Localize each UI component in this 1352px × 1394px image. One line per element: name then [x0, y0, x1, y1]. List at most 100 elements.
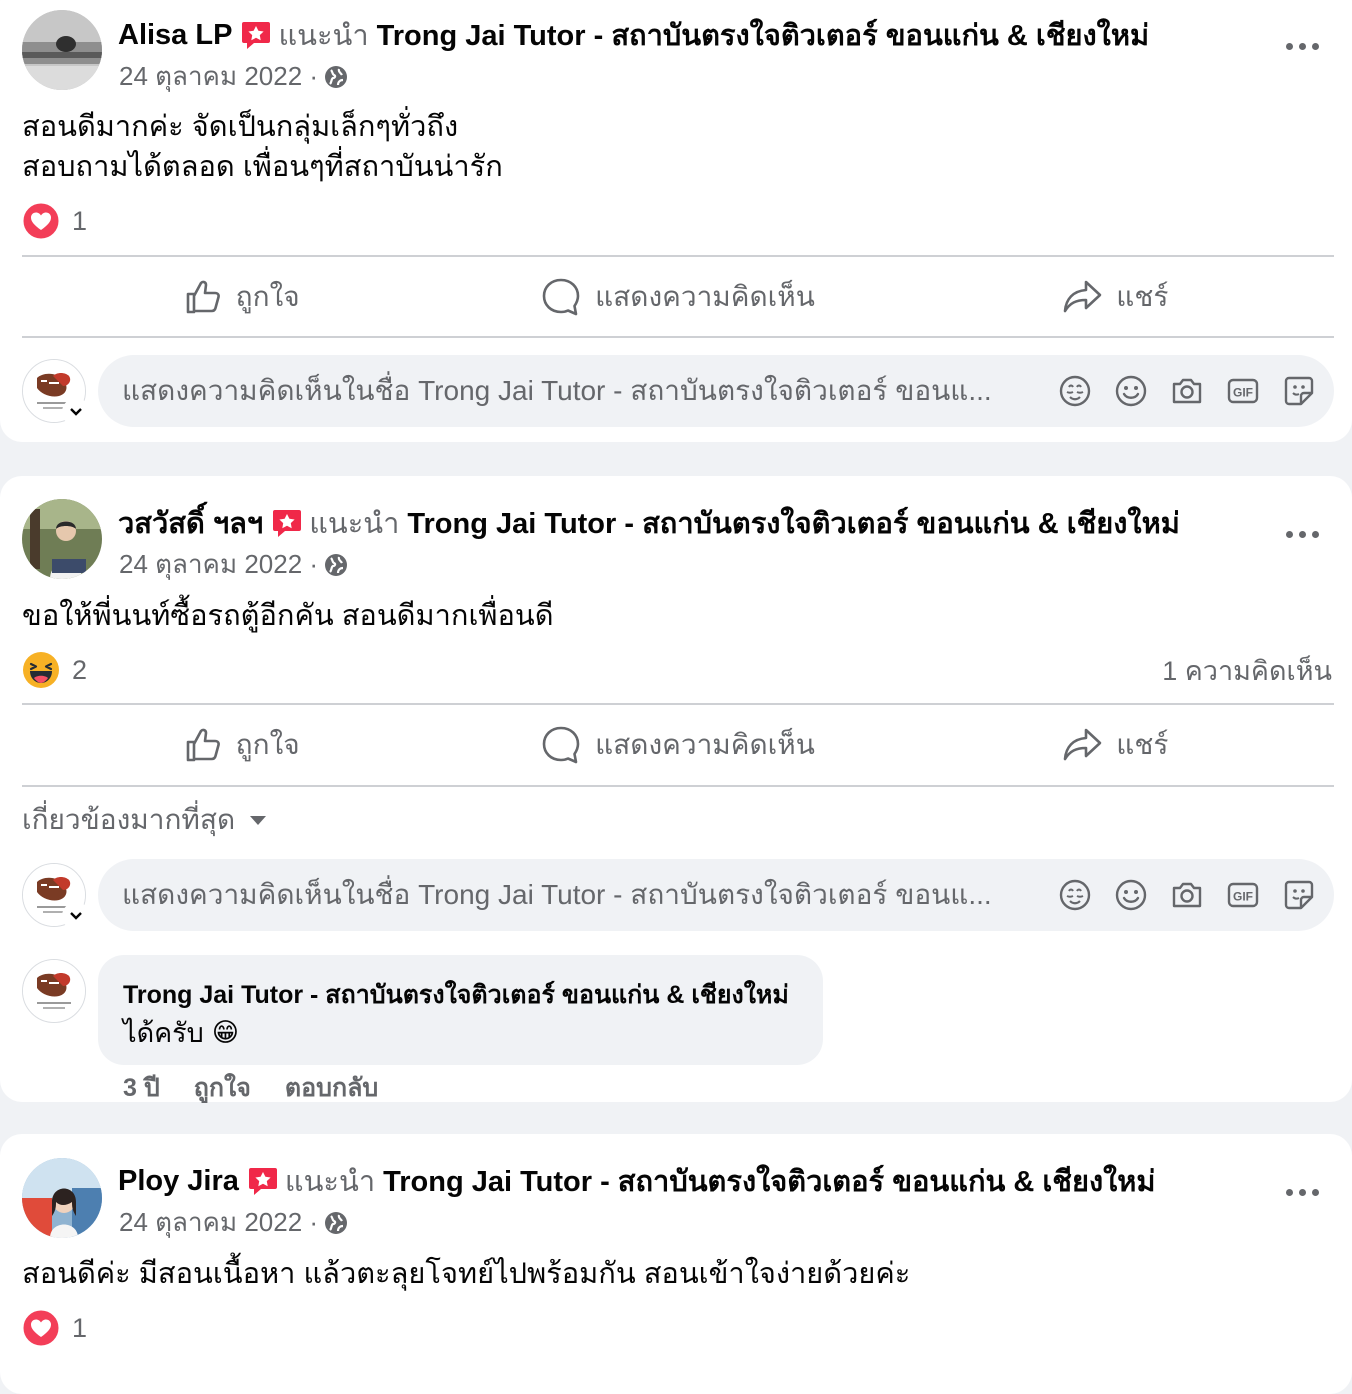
post-date-line: 24 ตุลาคม 2022 ·: [119, 56, 348, 97]
caret-down-icon: [250, 816, 267, 825]
sticker-icon[interactable]: [1282, 374, 1316, 408]
post-header-line: วสวัสดิ์ ฯลฯ แนะนำ Trong Jai Tutor - สถา…: [118, 500, 1180, 546]
globe-icon: [324, 1211, 348, 1235]
recommends-badge-icon: [271, 507, 303, 539]
emoji-icon[interactable]: [1114, 878, 1148, 912]
share-button[interactable]: แชร์: [897, 705, 1334, 785]
comment-input[interactable]: แสดงความคิดเห็นในชื่อ Trong Jai Tutor - …: [98, 355, 1334, 427]
share-icon: [1062, 725, 1102, 765]
post-text: สอนดีค่ะ มีสอนเนื้อหา แล้วตะลุยโจทย์ไปพร…: [22, 1254, 910, 1294]
post-text: ขอให้พี่นนท์ซื้อรถตู้อีกคัน สอนดีมากเพื่…: [22, 596, 554, 636]
globe-icon: [324, 553, 348, 577]
chevron-down-icon: [70, 408, 82, 416]
post-date[interactable]: 24 ตุลาคม 2022 ·: [119, 1202, 318, 1243]
haha-icon: [22, 651, 60, 689]
comment-like-button[interactable]: ถูกใจ: [194, 1068, 251, 1108]
reply-author-avatar[interactable]: [22, 959, 86, 1023]
comment-reply-button[interactable]: ตอบกลับ: [285, 1068, 378, 1108]
like-label: ถูกใจ: [235, 281, 300, 312]
page-name-link[interactable]: Trong Jai Tutor - สถาบันตรงใจติวเตอร์ ขอ…: [383, 1158, 1155, 1204]
comment-button[interactable]: แสดงความคิดเห็น: [459, 705, 896, 785]
share-label: แชร์: [1116, 729, 1169, 760]
comment-tools: [1058, 878, 1316, 912]
post-header-line: Alisa LP แนะนำ Trong Jai Tutor - สถาบันต…: [118, 12, 1149, 58]
share-icon: [1062, 277, 1102, 317]
author-avatar[interactable]: [22, 10, 102, 90]
comment-author[interactable]: Trong Jai Tutor - สถาบันตรงใจติวเตอร์ ขอ…: [123, 975, 789, 1015]
comment-sort-dropdown[interactable]: เกี่ยวข้องมากที่สุด: [22, 798, 267, 842]
share-label: แชร์: [1116, 281, 1169, 312]
gif-icon[interactable]: [1226, 374, 1260, 408]
post-date[interactable]: 24 ตุลาคม 2022 ·: [119, 56, 318, 97]
author-avatar[interactable]: [22, 1158, 102, 1238]
comment-button[interactable]: แสดงความคิดเห็น: [459, 257, 896, 337]
post-card: Alisa LP แนะนำ Trong Jai Tutor - สถาบันต…: [0, 0, 1352, 442]
post-header-line: Ploy Jira แนะนำ Trong Jai Tutor - สถาบัน…: [118, 1158, 1156, 1204]
more-options-button[interactable]: [1272, 514, 1332, 554]
sticker-icon[interactable]: [1282, 878, 1316, 912]
comment-placeholder: แสดงความคิดเห็นในชื่อ Trong Jai Tutor - …: [122, 375, 992, 406]
reaction-count: 2: [72, 654, 88, 685]
like-button[interactable]: ถูกใจ: [22, 257, 459, 337]
recommends-badge-icon: [240, 19, 272, 51]
comment-icon: [541, 277, 581, 317]
post-date-line: 24 ตุลาคม 2022 ·: [119, 1202, 348, 1243]
love-icon: [22, 1309, 60, 1347]
divider: [22, 336, 1334, 338]
avatar-sticker-icon[interactable]: [1058, 374, 1092, 408]
more-options-button[interactable]: [1272, 26, 1332, 66]
post-text-line: ขอให้พี่นนท์ซื้อรถตู้อีกคัน สอนดีมากเพื่…: [22, 600, 554, 632]
author-name[interactable]: วสวัสดิ์ ฯลฯ: [118, 500, 263, 546]
comment-input[interactable]: แสดงความคิดเห็นในชื่อ Trong Jai Tutor - …: [98, 859, 1334, 931]
like-label: ถูกใจ: [235, 729, 300, 760]
profile-switch-button[interactable]: [64, 400, 88, 424]
post-actions: ถูกใจ แสดงความคิดเห็น แชร์: [22, 257, 1334, 337]
comment-text: ได้ครับ 😁: [123, 1011, 239, 1054]
reaction-summary[interactable]: 2 1 ความคิดเห็น: [22, 648, 1332, 692]
reaction-count: 1: [72, 205, 88, 236]
divider: [22, 785, 1334, 787]
share-button[interactable]: แชร์: [897, 257, 1334, 337]
comment-label: แสดงความคิดเห็น: [595, 281, 815, 312]
comment-meta: 3 ปี ถูกใจ ตอบกลับ: [123, 1068, 378, 1108]
chevron-down-icon: [70, 912, 82, 920]
camera-icon[interactable]: [1170, 374, 1204, 408]
avatar-sticker-icon[interactable]: [1058, 878, 1092, 912]
page-name-link[interactable]: Trong Jai Tutor - สถาบันตรงใจติวเตอร์ ขอ…: [407, 500, 1179, 546]
comment-icon: [541, 725, 581, 765]
comment-age[interactable]: 3 ปี: [123, 1068, 160, 1108]
post-card: วสวัสดิ์ ฯลฯ แนะนำ Trong Jai Tutor - สถา…: [0, 476, 1352, 1102]
profile-switch-button[interactable]: [64, 904, 88, 928]
comment-tools: [1058, 374, 1316, 408]
reaction-summary[interactable]: 1: [22, 1306, 1332, 1350]
post-text-line: สอนดีมากค่ะ จัดเป็นกลุ่มเล็กๆทั่วถึง: [22, 111, 459, 143]
love-icon: [22, 202, 60, 240]
recommends-badge-icon: [247, 1165, 279, 1197]
like-button[interactable]: ถูกใจ: [22, 705, 459, 785]
emoji-icon[interactable]: [1114, 374, 1148, 408]
comment-label: แสดงความคิดเห็น: [595, 729, 815, 760]
post-card: Ploy Jira แนะนำ Trong Jai Tutor - สถาบัน…: [0, 1134, 1352, 1394]
like-icon: [182, 725, 222, 765]
more-options-button[interactable]: [1272, 1172, 1332, 1212]
recommends-label: แนะนำ: [278, 20, 369, 52]
globe-icon: [324, 65, 348, 89]
recommends-label: แนะนำ: [309, 508, 400, 540]
gif-icon[interactable]: [1226, 878, 1260, 912]
post-actions: ถูกใจ แสดงความคิดเห็น แชร์: [22, 705, 1334, 785]
post-date-line: 24 ตุลาคม 2022 ·: [119, 544, 348, 585]
post-date[interactable]: 24 ตุลาคม 2022 ·: [119, 544, 318, 585]
page-name-link[interactable]: Trong Jai Tutor - สถาบันตรงใจติวเตอร์ ขอ…: [377, 12, 1149, 58]
page-logo-icon: [23, 960, 85, 1022]
comment-bubble: Trong Jai Tutor - สถาบันตรงใจติวเตอร์ ขอ…: [98, 955, 823, 1065]
comment-text-body: ได้ครับ: [123, 1018, 204, 1048]
author-avatar[interactable]: [22, 499, 102, 579]
camera-icon[interactable]: [1170, 878, 1204, 912]
comment-placeholder: แสดงความคิดเห็นในชื่อ Trong Jai Tutor - …: [122, 879, 992, 910]
like-icon: [182, 277, 222, 317]
author-name[interactable]: Alisa LP: [118, 19, 232, 52]
post-text: สอนดีมากค่ะ จัดเป็นกลุ่มเล็กๆทั่วถึง สอบ…: [22, 107, 503, 187]
author-name[interactable]: Ploy Jira: [118, 1165, 239, 1198]
comment-count-link[interactable]: 1 ความคิดเห็น: [1162, 649, 1332, 692]
reaction-summary[interactable]: 1: [22, 199, 1332, 243]
